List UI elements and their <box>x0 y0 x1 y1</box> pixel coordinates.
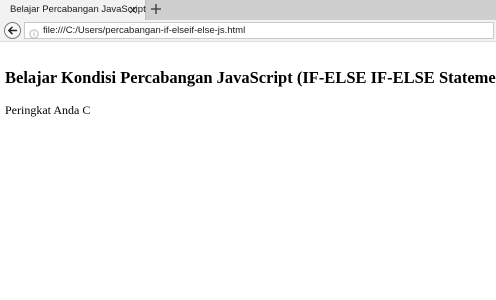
back-arrow-icon <box>8 26 18 35</box>
back-button[interactable] <box>4 22 21 39</box>
result-text: Peringkat Anda C <box>5 103 91 117</box>
browser-tab[interactable]: Belajar Percabangan JavaScript <box>0 0 146 20</box>
close-icon[interactable] <box>127 3 139 15</box>
page-content: Belajar Kondisi Percabangan JavaScript (… <box>0 42 496 300</box>
navigation-bar: file:///C:/Users/percabangan-if-elseif-e… <box>0 20 496 42</box>
address-bar[interactable]: file:///C:/Users/percabangan-if-elseif-e… <box>24 22 494 39</box>
page-heading: Belajar Kondisi Percabangan JavaScript (… <box>5 68 496 87</box>
address-text: file:///C:/Users/percabangan-if-elseif-e… <box>43 25 246 36</box>
tab-title: Belajar Percabangan JavaScript <box>10 4 146 15</box>
tab-strip: Belajar Percabangan JavaScript <box>0 0 496 20</box>
plus-icon[interactable] <box>149 2 163 16</box>
